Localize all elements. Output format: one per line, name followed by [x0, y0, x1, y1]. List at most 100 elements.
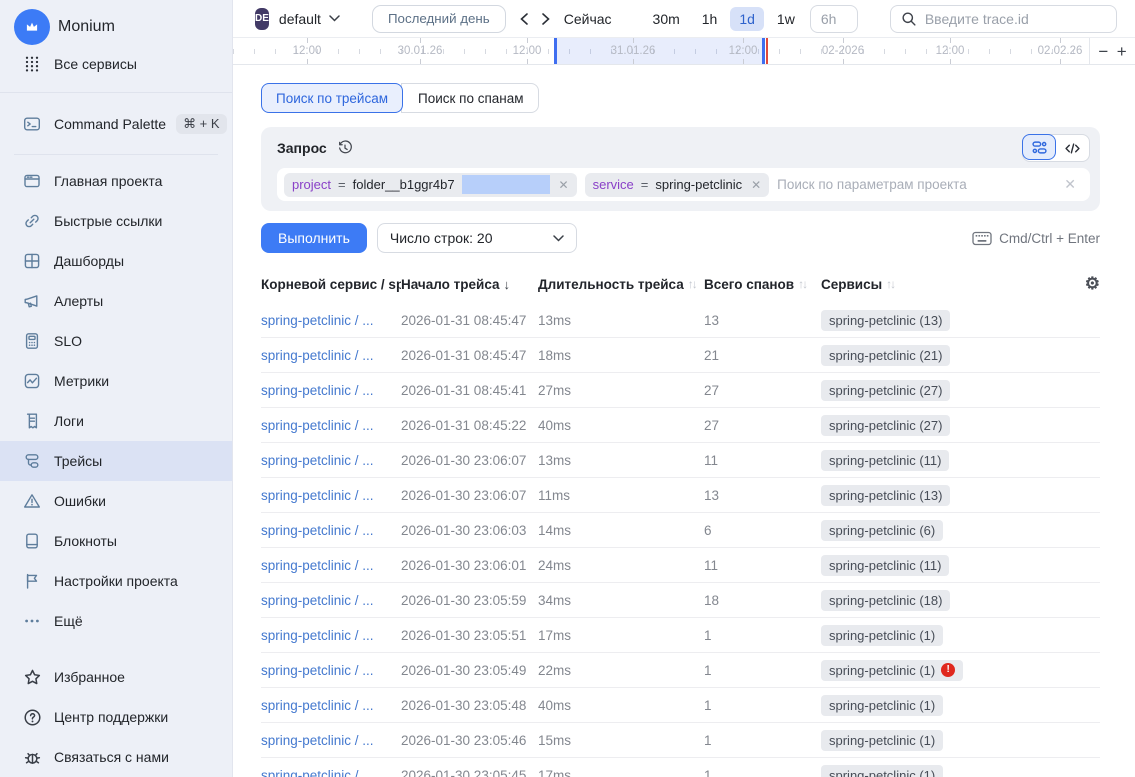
trace-link[interactable]: spring-petclinic / ... [261, 593, 401, 608]
rows-count-select[interactable]: Число строк: 20 [377, 223, 577, 253]
service-badge[interactable]: spring-petclinic (21) [821, 345, 950, 366]
column-header-2[interactable]: Длительность трейса↑↓ [538, 277, 704, 292]
logo-row[interactable]: Monium [0, 0, 232, 44]
column-header-3[interactable]: Всего спанов↑↓ [704, 277, 821, 292]
service-badge[interactable]: spring-petclinic (1) [821, 695, 943, 716]
trace-link[interactable]: spring-petclinic / ... [261, 558, 401, 573]
preset-1w[interactable]: 1w [768, 7, 804, 31]
service-badge[interactable]: spring-petclinic (1) [821, 625, 943, 646]
table-row: spring-petclinic / ...2026-01-31 08:45:4… [261, 338, 1100, 373]
sort-icon[interactable]: ↑↓ [688, 277, 696, 291]
trace-link[interactable]: spring-petclinic / ... [261, 628, 401, 643]
sort-icon[interactable]: ↑↓ [886, 277, 894, 291]
zoom-out-button[interactable]: − [1098, 43, 1108, 60]
service-badge[interactable]: spring-petclinic (13) [821, 310, 950, 331]
sidebar-item-metrics[interactable]: Метрики [0, 361, 232, 401]
trace-link[interactable]: spring-petclinic / ... [261, 488, 401, 503]
now-button[interactable]: Сейчас [564, 11, 612, 27]
query-code-toggle[interactable] [1055, 135, 1089, 161]
sidebar-item-project-home[interactable]: Главная проекта [0, 161, 232, 201]
column-header-1[interactable]: Начало трейса↓ [401, 277, 538, 292]
timeline-tick [1060, 38, 1061, 43]
sidebar-item-more[interactable]: Ещё [0, 601, 232, 641]
service-badge[interactable]: spring-petclinic (13) [821, 485, 950, 506]
app-title: Monium [58, 18, 115, 36]
table-row: spring-petclinic / ...2026-01-31 08:45:2… [261, 408, 1100, 443]
service-badge-label: spring-petclinic (1) [829, 628, 935, 643]
chip-value: spring-petclinic [655, 177, 742, 192]
sort-icon[interactable]: ↑↓ [798, 277, 806, 291]
topbar: DE default Последний день Сейчас 30m1h1d… [233, 0, 1135, 37]
filter-chip-service[interactable]: service=spring-petclinic✕ [585, 173, 770, 197]
sidebar-item-project-settings[interactable]: Настройки проекта [0, 561, 232, 601]
service-badge[interactable]: spring-petclinic (6) [821, 520, 943, 541]
preset-30m[interactable]: 30m [644, 7, 689, 31]
table-settings-gear-icon[interactable]: ⚙ [1085, 274, 1100, 294]
service-badge-label: spring-petclinic (6) [829, 523, 935, 538]
column-header-0[interactable]: Корневой сервис / spa [261, 277, 401, 292]
service-badge[interactable]: spring-petclinic (11) [821, 555, 949, 576]
sidebar-item-dashboards[interactable]: Дашборды [0, 241, 232, 281]
trace-link[interactable]: spring-petclinic / ... [261, 733, 401, 748]
query-builder-toggle[interactable] [1022, 134, 1056, 160]
sidebar-item-support[interactable]: Центр поддержки [0, 697, 232, 737]
sidebar-item-notebooks[interactable]: Блокноты [0, 521, 232, 561]
clear-query-icon[interactable]: ✕ [1060, 176, 1080, 193]
trace-start-time: 2026-01-30 23:06:03 [401, 523, 538, 538]
chevron-right-icon[interactable] [542, 13, 550, 25]
zoom-in-button[interactable]: + [1117, 43, 1127, 60]
tab-trace-search[interactable]: Поиск по трейсам [261, 83, 403, 113]
timeline-tick [843, 59, 844, 64]
chip-remove-icon[interactable]: ✕ [559, 178, 569, 192]
sidebar-item-all-services[interactable]: Все сервисы [0, 44, 232, 84]
chip-remove-icon[interactable]: ✕ [751, 178, 761, 192]
trace-link[interactable]: spring-petclinic / ... [261, 698, 401, 713]
timeline-ruler[interactable]: 12:0030.01.2612:0031.01.2612:0002-202612… [233, 38, 1089, 64]
trace-link[interactable]: spring-petclinic / ... [261, 768, 401, 777]
trace-link[interactable]: spring-petclinic / ... [261, 453, 401, 468]
trace-span-count: 21 [704, 348, 821, 363]
filter-chip-project[interactable]: project=folder__b1ggr4b7✕ [284, 173, 577, 197]
trace-link[interactable]: spring-petclinic / ... [261, 313, 401, 328]
chevron-left-icon[interactable] [520, 13, 528, 25]
column-header-4[interactable]: Сервисы↑↓ [821, 277, 1074, 292]
custom-range-input[interactable] [810, 5, 858, 33]
trace-link[interactable]: spring-petclinic / ... [261, 383, 401, 398]
run-button[interactable]: Выполнить [261, 223, 367, 253]
sidebar-item-errors[interactable]: Ошибки [0, 481, 232, 521]
service-badge[interactable]: spring-petclinic (27) [821, 380, 950, 401]
trace-search-input[interactable] [925, 11, 1106, 27]
service-badge[interactable]: spring-petclinic (27) [821, 415, 950, 436]
sort-desc-icon[interactable]: ↓ [504, 277, 511, 292]
preset-1h[interactable]: 1h [693, 7, 727, 31]
trace-link[interactable]: spring-petclinic / ... [261, 348, 401, 363]
preset-1d[interactable]: 1d [730, 7, 764, 31]
sidebar-item-alerts[interactable]: Алерты [0, 281, 232, 321]
trace-span-count: 13 [704, 488, 821, 503]
env-name[interactable]: default [279, 11, 321, 27]
time-range-button[interactable]: Последний день [372, 5, 506, 33]
trace-link[interactable]: spring-petclinic / ... [261, 523, 401, 538]
trace-link[interactable]: spring-petclinic / ... [261, 663, 401, 678]
service-badge[interactable]: spring-petclinic (11) [821, 450, 949, 471]
sidebar-item-command-palette[interactable]: Command Palette ⌘ + K [0, 105, 232, 145]
sidebar-item-logs[interactable]: Логи [0, 401, 232, 441]
query-input[interactable]: project=folder__b1ggr4b7✕service=spring-… [277, 168, 1090, 201]
trace-link[interactable]: spring-petclinic / ... [261, 418, 401, 433]
sidebar-item-contact[interactable]: Связаться с нами [0, 737, 232, 777]
history-icon[interactable] [337, 140, 353, 156]
tab-span-search[interactable]: Поиск по спанам [401, 83, 539, 113]
filter-chips: project=folder__b1ggr4b7✕service=spring-… [284, 173, 769, 197]
service-badge[interactable]: spring-petclinic (1) [821, 730, 943, 751]
service-badge[interactable]: spring-petclinic (1)! [821, 660, 963, 681]
sidebar-item-quick-links[interactable]: Быстрые ссылки [0, 201, 232, 241]
service-badge[interactable]: spring-petclinic (1) [821, 765, 943, 777]
query-placeholder: Поиск по параметрам проекта [777, 177, 1052, 192]
sidebar-item-favorites[interactable]: Избранное [0, 657, 232, 697]
sidebar-item-slo[interactable]: SLO [0, 321, 232, 361]
chevron-down-icon[interactable] [329, 15, 340, 22]
sidebar-item-label: Связаться с нами [54, 749, 169, 765]
service-badge[interactable]: spring-petclinic (18) [821, 590, 950, 611]
sidebar-item-traces[interactable]: Трейсы [0, 441, 232, 481]
trace-duration: 13ms [538, 453, 704, 468]
